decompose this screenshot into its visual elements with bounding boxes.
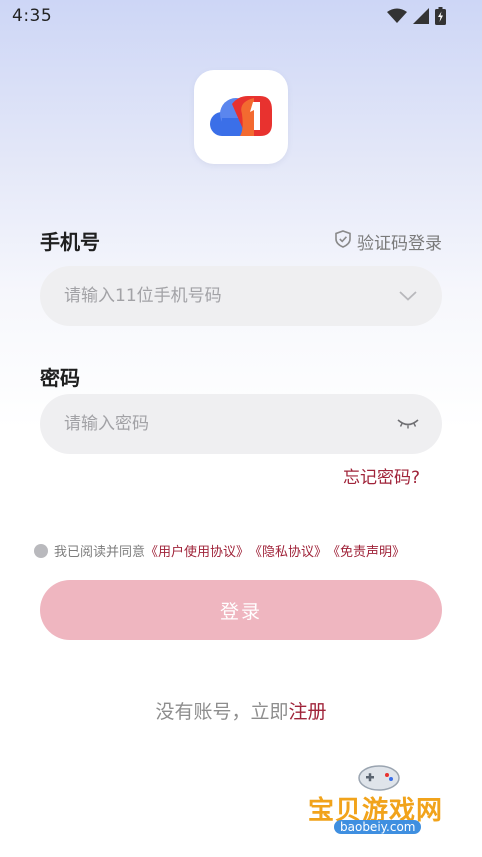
forgot-password-link[interactable]: 忘记密码? xyxy=(343,463,420,488)
sms-login-label: 验证码登录 xyxy=(357,234,442,254)
status-bar: 4:35 xyxy=(0,0,482,32)
user-agreement-link[interactable]: 《用户使用协议》 xyxy=(145,541,249,560)
watermark-url: baobeiy.com xyxy=(334,820,422,834)
wifi-icon xyxy=(387,8,407,28)
watermark-logo: 宝贝游戏网 baobeiy.com xyxy=(300,762,460,852)
register-link[interactable]: 注册 xyxy=(289,701,327,723)
privacy-agreement-link[interactable]: 《隐私协议》 xyxy=(249,541,327,560)
phone-field[interactable] xyxy=(40,266,442,326)
password-field[interactable] xyxy=(40,394,442,454)
login-button[interactable]: 登录 xyxy=(40,580,442,640)
chevron-down-icon[interactable] xyxy=(396,284,420,308)
shield-check-icon xyxy=(335,230,351,253)
status-icons xyxy=(387,7,446,29)
agreement-row: 我已阅读并同意 《用户使用协议》 《隐私协议》 《免责声明》 xyxy=(34,541,405,560)
password-input[interactable] xyxy=(62,413,396,435)
register-row: 没有账号，立即注册 xyxy=(0,697,482,724)
eye-closed-icon[interactable] xyxy=(396,412,420,436)
register-prompt: 没有账号，立即 xyxy=(155,701,289,723)
password-label: 密码 xyxy=(40,366,80,390)
signal-icon xyxy=(413,8,429,28)
app-logo xyxy=(194,70,288,164)
phone-label: 手机号 xyxy=(40,230,100,254)
phone-input[interactable] xyxy=(62,285,396,307)
status-time: 4:35 xyxy=(12,6,53,26)
agreement-checkbox[interactable] xyxy=(34,543,48,558)
agreement-prefix: 我已阅读并同意 xyxy=(54,545,146,560)
battery-icon xyxy=(435,7,446,29)
cloud-one-logo-icon xyxy=(208,90,274,144)
disclaimer-link[interactable]: 《免责声明》 xyxy=(327,541,405,560)
sms-login-button[interactable]: 验证码登录 xyxy=(335,229,442,254)
